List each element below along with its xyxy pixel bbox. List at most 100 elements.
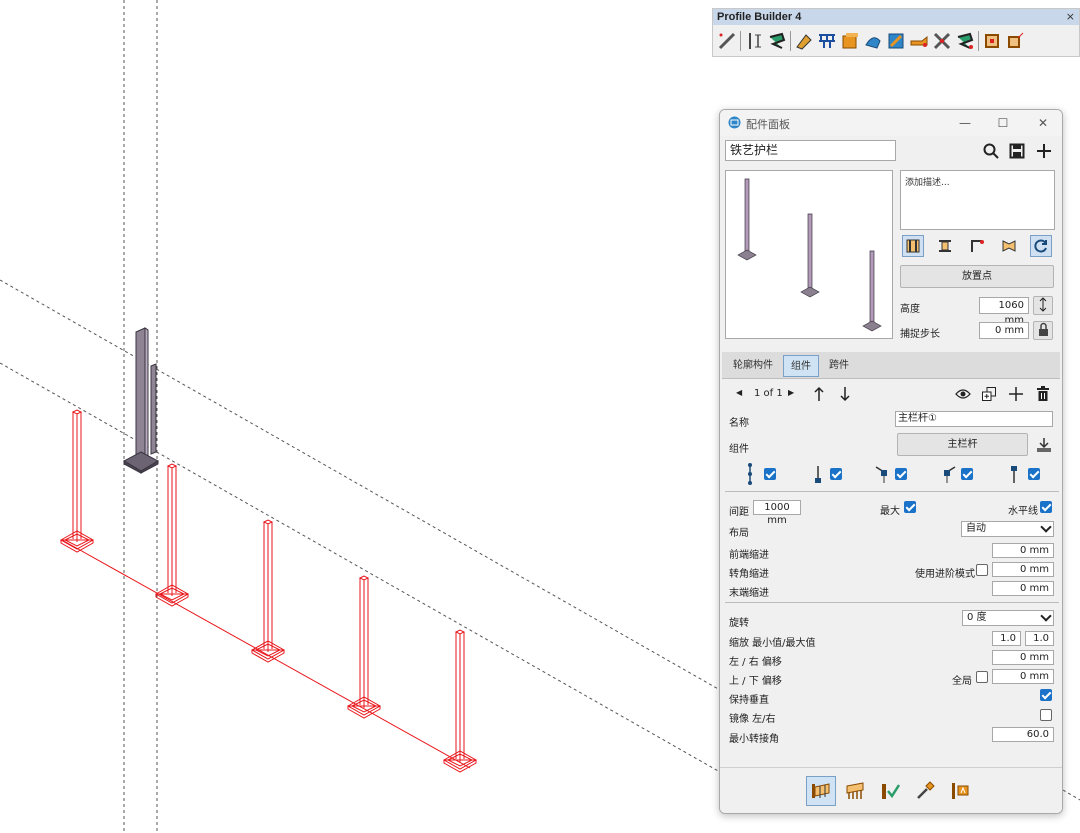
position-corner-checkbox[interactable]	[961, 468, 973, 480]
tag-mode-icon[interactable]	[949, 780, 971, 802]
align-center-icon[interactable]	[902, 235, 924, 257]
page-indicator: 1 of 1	[754, 388, 783, 399]
add-component-icon[interactable]	[1005, 383, 1027, 405]
sweep-icon[interactable]	[862, 29, 884, 53]
keep-vertical-label: 保持垂直	[729, 695, 769, 706]
eyedropper-icon[interactable]	[914, 780, 936, 802]
truss-mode-icon[interactable]	[844, 780, 866, 802]
align-flip-icon[interactable]	[998, 235, 1020, 257]
lr-offset-input[interactable]: 0 mm	[992, 650, 1054, 665]
scale-min-input[interactable]: 1.0	[992, 631, 1021, 646]
duplicate-icon[interactable]	[978, 383, 1000, 405]
delete-icon[interactable]	[1032, 383, 1054, 405]
tab-components[interactable]: 组件	[783, 355, 819, 377]
red-post[interactable]	[346, 575, 382, 719]
layout-select[interactable]: 自动	[961, 521, 1054, 537]
advanced-mode-label: 使用进阶模式	[915, 569, 975, 580]
intersect-icon[interactable]	[931, 29, 953, 53]
frame-tag-icon[interactable]	[1004, 29, 1026, 53]
add-icon[interactable]	[1033, 140, 1055, 162]
start-indent-input[interactable]: 0 mm	[992, 543, 1054, 558]
tab-spans[interactable]: 跨件	[821, 355, 857, 377]
layout-label: 布局	[729, 528, 749, 539]
assembly-name-input[interactable]: 铁艺护栏	[725, 140, 896, 161]
ud-offset-input[interactable]: 0 mm	[992, 669, 1054, 684]
keep-vertical-checkbox[interactable]	[1040, 689, 1052, 701]
box-profile-icon[interactable]	[839, 29, 861, 53]
cut-icon[interactable]	[908, 29, 930, 53]
end-indent-label: 末端缩进	[729, 588, 769, 599]
rotate-value: 0 度	[967, 612, 987, 623]
horizontal-checkbox[interactable]	[1040, 501, 1052, 513]
rotate-label: 旋转	[729, 618, 749, 629]
snap-step-input[interactable]: 0 mm	[979, 322, 1029, 339]
name-label: 名称	[729, 418, 749, 429]
position-bottom-checkbox[interactable]	[830, 468, 842, 480]
offset-icon[interactable]	[885, 29, 907, 53]
move-up-icon[interactable]	[808, 383, 830, 405]
railing-path-line	[61, 539, 471, 769]
path-profile-icon[interactable]	[743, 29, 765, 53]
follow-me-icon[interactable]	[766, 29, 788, 53]
align-corner-icon[interactable]	[966, 235, 988, 257]
align-ibeam-icon[interactable]	[934, 235, 956, 257]
frame-icon[interactable]	[981, 29, 1003, 53]
toolbar-separator	[740, 31, 741, 51]
toolbar-close-button[interactable]: ×	[1066, 9, 1075, 25]
maximize-button[interactable]: ☐	[990, 114, 1016, 132]
snap-lock-button[interactable]	[1033, 321, 1053, 340]
position-angle-icon	[875, 464, 889, 484]
tab-profile-members[interactable]: 轮廓构件	[725, 355, 781, 377]
position-corner-icon	[942, 464, 956, 484]
refresh-icon[interactable]	[1030, 235, 1052, 257]
next-page-button[interactable]: ▶	[788, 388, 794, 397]
global-checkbox[interactable]	[976, 671, 988, 683]
red-post[interactable]	[250, 519, 286, 663]
assembly-icon[interactable]	[816, 29, 838, 53]
max-checkbox[interactable]	[904, 501, 916, 513]
component-name-input[interactable]: 主栏杆①	[895, 411, 1053, 427]
preview-viewport[interactable]	[725, 170, 893, 339]
advanced-mode-checkbox[interactable]	[976, 564, 988, 576]
save-icon[interactable]	[1006, 140, 1028, 162]
close-button[interactable]: ✕	[1030, 114, 1056, 132]
chevron-down-icon	[1040, 610, 1052, 622]
prev-page-button[interactable]: ◀	[736, 388, 742, 397]
start-indent-label: 前端缩进	[729, 550, 769, 561]
selected-post-component[interactable]	[122, 327, 160, 474]
corner-indent-input[interactable]: 0 mm	[992, 562, 1054, 577]
min-angle-input[interactable]: 60.0	[992, 727, 1054, 742]
spacing-input[interactable]: 1000 mm	[753, 500, 801, 526]
rotate-select[interactable]: 0 度	[962, 610, 1054, 626]
position-angle-checkbox[interactable]	[895, 468, 907, 480]
import-component-icon[interactable]	[1033, 434, 1055, 456]
search-icon[interactable]	[980, 140, 1002, 162]
red-post[interactable]	[154, 463, 190, 607]
toolbar-separator	[978, 31, 979, 51]
red-post[interactable]	[442, 629, 478, 773]
check-mode-icon[interactable]	[879, 780, 901, 802]
position-start-icon	[744, 462, 756, 486]
position-top-checkbox[interactable]	[1028, 468, 1040, 480]
components-mode-icon[interactable]	[806, 776, 836, 806]
position-bottom-icon	[812, 464, 824, 484]
end-indent-input[interactable]: 0 mm	[992, 581, 1054, 596]
mirror-checkbox[interactable]	[1040, 709, 1052, 721]
description-textarea[interactable]: 添加描述...	[900, 170, 1055, 230]
guide-line	[0, 362, 721, 773]
height-arrow-button[interactable]	[1033, 296, 1053, 315]
lock-icon	[1039, 322, 1048, 336]
height-input[interactable]: 1060 mm	[979, 297, 1029, 326]
placement-point-button[interactable]: 放置点	[900, 265, 1054, 288]
red-post-group	[59, 409, 478, 773]
flip-icon[interactable]	[954, 29, 976, 53]
red-post[interactable]	[59, 409, 95, 553]
line-profile-icon[interactable]	[716, 29, 738, 53]
scale-max-input[interactable]: 1.0	[1025, 631, 1054, 646]
component-select-button[interactable]: 主栏杆	[897, 433, 1028, 456]
position-start-checkbox[interactable]	[764, 468, 776, 480]
visibility-eye-icon[interactable]	[952, 383, 974, 405]
paint-profile-icon[interactable]	[793, 29, 815, 53]
minimize-button[interactable]: —	[952, 114, 978, 132]
move-down-icon[interactable]	[834, 383, 856, 405]
